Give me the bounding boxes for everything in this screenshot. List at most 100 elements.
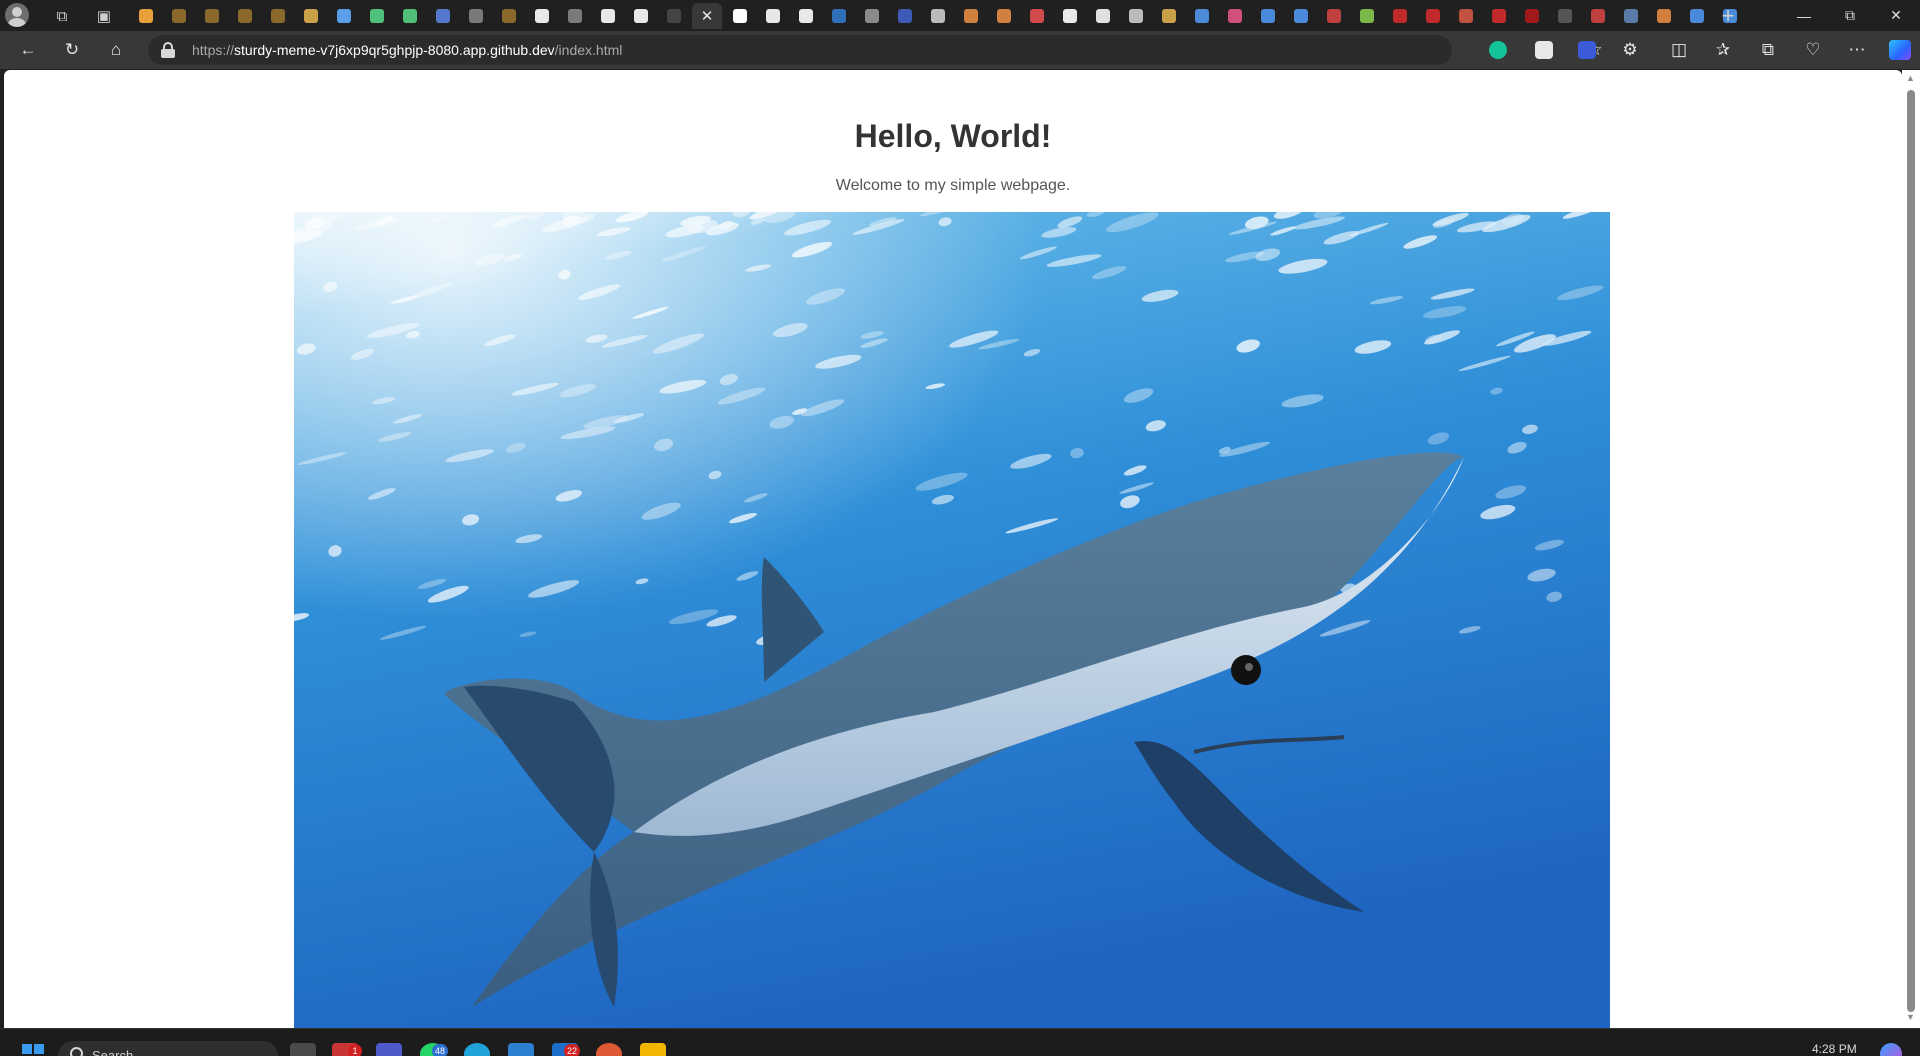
browser-tab[interactable] (1352, 3, 1382, 29)
browser-tab[interactable] (230, 3, 260, 29)
vertical-tabs-icon[interactable]: ▣ (88, 2, 120, 30)
browser-tab[interactable] (1418, 3, 1448, 29)
file-explorer-icon[interactable] (640, 1043, 666, 1056)
browser-tab[interactable] (1385, 3, 1415, 29)
store-icon[interactable] (508, 1043, 534, 1056)
browser-tab[interactable] (1583, 3, 1613, 29)
mail-app-icon[interactable]: 1 (332, 1043, 362, 1056)
new-tab-button[interactable]: + (1712, 2, 1744, 30)
task-view-icon[interactable] (290, 1043, 316, 1056)
browser-tab[interactable] (626, 3, 656, 29)
scroll-up-icon[interactable]: ▲ (1906, 73, 1915, 83)
browser-tab[interactable] (1088, 3, 1118, 29)
workspaces-icon[interactable]: ⧉ (46, 2, 78, 30)
profile-avatar[interactable] (5, 3, 29, 27)
windows-start-icon[interactable] (22, 1044, 44, 1056)
tab-favicon-icon (1591, 9, 1605, 23)
browser-tab[interactable] (791, 3, 821, 29)
extension-icon[interactable] (1535, 41, 1553, 59)
outlook-icon[interactable]: 22 (552, 1043, 581, 1056)
duckduckgo-icon[interactable] (596, 1043, 622, 1056)
browser-tab[interactable] (164, 3, 194, 29)
browser-tab[interactable] (1253, 3, 1283, 29)
browser-tab[interactable] (296, 3, 326, 29)
tab-favicon-icon (832, 9, 846, 23)
browser-tab[interactable] (758, 3, 788, 29)
tab-favicon-icon (799, 9, 813, 23)
browser-tab[interactable] (1517, 3, 1547, 29)
edge-app-icon[interactable] (464, 1043, 490, 1056)
favorites-icon[interactable]: ✰ (1707, 35, 1739, 65)
browser-tab[interactable] (428, 3, 458, 29)
browser-tab[interactable] (329, 3, 359, 29)
browser-tab[interactable] (1649, 3, 1679, 29)
browser-tab[interactable] (263, 3, 293, 29)
close-tab-icon[interactable]: ✕ (701, 9, 714, 24)
browser-tab[interactable] (857, 3, 887, 29)
browser-tab[interactable] (824, 3, 854, 29)
browser-tab[interactable] (461, 3, 491, 29)
refresh-icon[interactable]: ↻ (56, 35, 88, 65)
browser-tab[interactable] (197, 3, 227, 29)
split-screen-icon[interactable]: ◫ (1663, 35, 1695, 65)
browser-tab[interactable] (362, 3, 392, 29)
browser-tab[interactable] (593, 3, 623, 29)
browser-tab[interactable] (1154, 3, 1184, 29)
extensions-icon[interactable]: ⚙ (1614, 35, 1646, 65)
address-bar[interactable]: https://sturdy-meme-v7j6xp9qr5ghpjp-8080… (148, 35, 1603, 65)
page-subheading: Welcome to my simple webpage. (835, 177, 1071, 194)
tab-favicon-icon (997, 9, 1011, 23)
scroll-thumb[interactable] (1907, 90, 1915, 1012)
minimize-button[interactable]: ― (1781, 0, 1827, 31)
browser-tab[interactable] (1286, 3, 1316, 29)
url-text[interactable]: https://sturdy-meme-v7j6xp9qr5ghpjp-8080… (192, 42, 622, 58)
tab-favicon-icon (469, 9, 483, 23)
grammarly-icon[interactable] (1489, 41, 1507, 59)
browser-tab[interactable] (1319, 3, 1349, 29)
tab-favicon-icon (931, 9, 945, 23)
restore-button[interactable]: ⧉ (1827, 0, 1873, 31)
browser-tab[interactable] (725, 3, 755, 29)
home-icon[interactable]: ⌂ (100, 35, 132, 65)
back-icon[interactable]: ← (12, 35, 44, 65)
scroll-down-icon[interactable]: ▼ (1906, 1012, 1915, 1022)
extension-blue-icon[interactable] (1578, 41, 1596, 59)
whatsapp-icon[interactable]: 48 (420, 1043, 449, 1056)
taskbar-clock[interactable]: 4:28 PM (1812, 1042, 1857, 1056)
browser-tab[interactable] (989, 3, 1019, 29)
teams-icon[interactable] (376, 1043, 402, 1056)
browser-tab[interactable] (1022, 3, 1052, 29)
browser-tab[interactable] (1187, 3, 1217, 29)
tab-strip: ⧉ ▣ ✕ + ― ⧉ ✕ (0, 0, 1920, 31)
browser-tab[interactable] (659, 3, 689, 29)
tab-favicon-icon (865, 9, 879, 23)
browser-tab[interactable] (395, 3, 425, 29)
browser-tab[interactable] (131, 3, 161, 29)
browser-tab[interactable] (1682, 3, 1712, 29)
browser-tab[interactable] (890, 3, 920, 29)
page-scrollbar[interactable]: ▲ ▼ (1902, 70, 1920, 1028)
tab-favicon-icon (436, 9, 450, 23)
browser-tab[interactable] (527, 3, 557, 29)
browser-tab[interactable] (494, 3, 524, 29)
browser-tab[interactable] (1055, 3, 1085, 29)
collections-icon[interactable]: ⧉ (1752, 35, 1784, 65)
browser-tab[interactable] (1484, 3, 1514, 29)
browser-tab[interactable] (1220, 3, 1250, 29)
browser-tab[interactable] (923, 3, 953, 29)
browser-tab[interactable] (1451, 3, 1481, 29)
browser-tab[interactable] (1616, 3, 1646, 29)
more-icon[interactable]: ⋯ (1841, 35, 1873, 65)
lock-icon[interactable] (160, 42, 176, 58)
browser-tab[interactable] (1550, 3, 1580, 29)
browser-tab[interactable] (956, 3, 986, 29)
copilot-icon[interactable] (1889, 40, 1911, 60)
outlook-badge: 22 (564, 1044, 581, 1056)
active-tab[interactable]: ✕ (692, 3, 722, 29)
taskbar-search[interactable]: Search (58, 1041, 278, 1056)
copilot-tray-icon[interactable] (1880, 1043, 1902, 1056)
close-window-button[interactable]: ✕ (1873, 0, 1919, 31)
browser-tab[interactable] (1121, 3, 1151, 29)
browser-tab[interactable] (560, 3, 590, 29)
performance-icon[interactable]: ♡ (1797, 35, 1829, 65)
